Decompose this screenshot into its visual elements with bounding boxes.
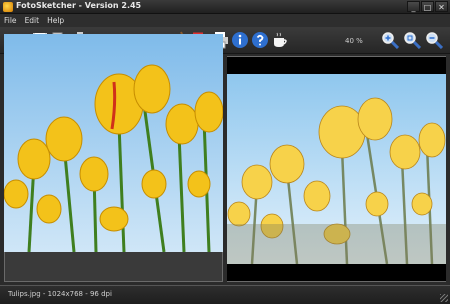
zoom-in-icon[interactable] [380, 30, 400, 50]
zoom-out-icon[interactable] [424, 30, 444, 50]
letterbox-top [227, 57, 446, 74]
zoom-fit-icon[interactable] [402, 30, 422, 50]
window-title: FotoSketcher - Version 2.45 [16, 1, 142, 10]
status-bar: Tulips.jpg - 1024x768 - 96 dpi [0, 285, 450, 304]
menu-edit[interactable]: Edit [25, 16, 40, 25]
info-icon[interactable] [230, 30, 250, 50]
help-icon[interactable] [250, 30, 270, 50]
result-image[interactable] [227, 74, 446, 264]
menu-bar: File Edit Help [0, 14, 450, 27]
maximize-button[interactable]: □ [421, 1, 434, 12]
close-button[interactable]: ✕ [435, 1, 448, 12]
app-icon [3, 2, 13, 12]
zoom-level: 40 % [345, 37, 363, 45]
letterbox-bottom [227, 264, 446, 281]
menu-file[interactable]: File [4, 16, 17, 25]
status-text: Tulips.jpg - 1024x768 - 96 dpi [8, 290, 112, 298]
resize-grip-icon[interactable] [440, 294, 448, 302]
coffee-icon[interactable] [270, 30, 290, 50]
window-controls: _ □ ✕ [407, 1, 448, 12]
minimize-button[interactable]: _ [407, 1, 420, 12]
original-image[interactable] [4, 34, 223, 252]
title-bar: FotoSketcher - Version 2.45 _ □ ✕ [0, 0, 450, 14]
menu-help[interactable]: Help [47, 16, 64, 25]
